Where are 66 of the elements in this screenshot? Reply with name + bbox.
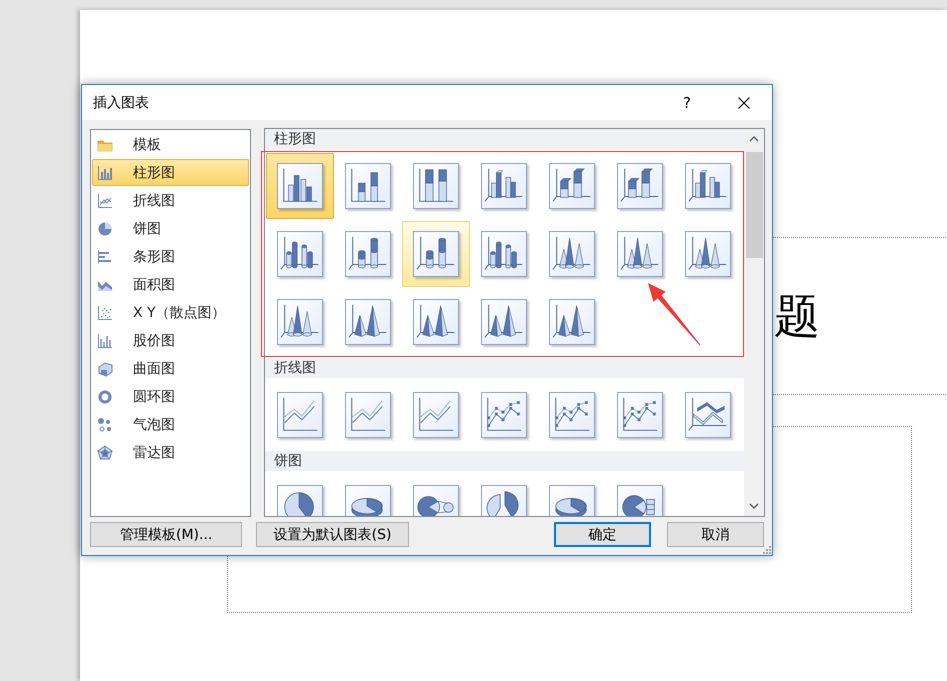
dialog-title: 插入图表 [93,94,150,112]
section-header: 饼图 [265,451,744,471]
chevron-down-icon [749,503,759,509]
chevron-up-icon [749,136,759,142]
cylinder-chart-icon [277,231,323,277]
chart-category-item[interactable]: 曲面图 [92,355,249,382]
column-chart-icon [97,164,113,180]
doughnut-chart-icon [97,388,113,404]
cylinder-chart-icon [413,231,459,277]
stock-chart-icon [97,332,113,348]
pie-chart-icon [97,220,113,236]
pyramid-chart-icon [345,299,391,345]
chart-category-item[interactable]: 模板 [92,131,249,158]
line-chart-icon [617,392,663,438]
chart-category-item[interactable]: 面积图 [92,271,249,298]
section-header: 折线图 [265,358,744,378]
radar-chart-icon [97,444,113,460]
chart-type-option[interactable] [266,153,334,219]
chart-type-option[interactable] [402,221,470,287]
dialog-button[interactable]: 管理模板(M)... [90,522,242,547]
dialog-button[interactable]: 确定 [554,522,652,547]
dialog-button[interactable]: 设置为默认图表(S) [256,522,409,547]
column-3d-chart-icon [685,163,731,209]
cylinder-chart-icon [481,231,527,277]
line-chart-icon [413,392,459,438]
chart-category-item[interactable]: 股价图 [92,327,249,354]
dialog-button[interactable]: 取消 [667,522,764,547]
line-chart-icon [481,392,527,438]
line-chart-icon [345,392,391,438]
bubble-chart-icon [97,416,113,432]
scrollbar-thumb[interactable] [746,152,762,258]
cone-chart-icon [549,231,595,277]
line-chart-icon [549,392,595,438]
help-button[interactable]: ? [672,88,702,118]
chart-category-item[interactable]: 圆环图 [92,383,249,410]
ribbon-chart-icon [685,392,731,438]
chart-category-item[interactable]: 饼图 [92,215,249,242]
column-chart-icon [277,163,323,209]
chart-category-item[interactable]: 条形图 [92,243,249,270]
resize-grip-icon[interactable] [761,544,771,554]
line-chart-icon [277,392,323,438]
chart-category-item[interactable]: 气泡图 [92,411,249,438]
chart-category-item[interactable]: X Y（散点图） [92,299,249,326]
pyramid-chart-icon [549,299,595,345]
pyramid-chart-icon [413,299,459,345]
column-3d-chart-icon [481,163,527,209]
bar-chart-icon [97,248,113,264]
stacked-column-chart-icon [345,163,391,209]
scatter-chart-icon [97,304,113,320]
cone-chart-icon [617,231,663,277]
stacked-column-3d-chart-icon [549,163,595,209]
cylinder-chart-icon [345,231,391,277]
cone-chart-icon [277,299,323,345]
stacked-column-chart-icon [413,163,459,209]
scrollbar[interactable] [744,129,764,516]
slide-title: 题 [774,293,820,339]
close-icon [738,96,750,108]
line-chart-icon [97,192,113,208]
chart-category-item[interactable]: 折线图 [92,187,249,214]
surface-chart-icon [97,360,113,376]
stacked-column-3d-chart-icon [617,163,663,209]
chart-category-item[interactable]: 雷达图 [92,439,249,466]
section-header: 柱形图 [265,129,744,149]
cone-chart-icon [685,231,731,277]
pyramid-chart-icon [481,299,527,345]
chart-category-item[interactable]: 柱形图 [92,159,249,186]
